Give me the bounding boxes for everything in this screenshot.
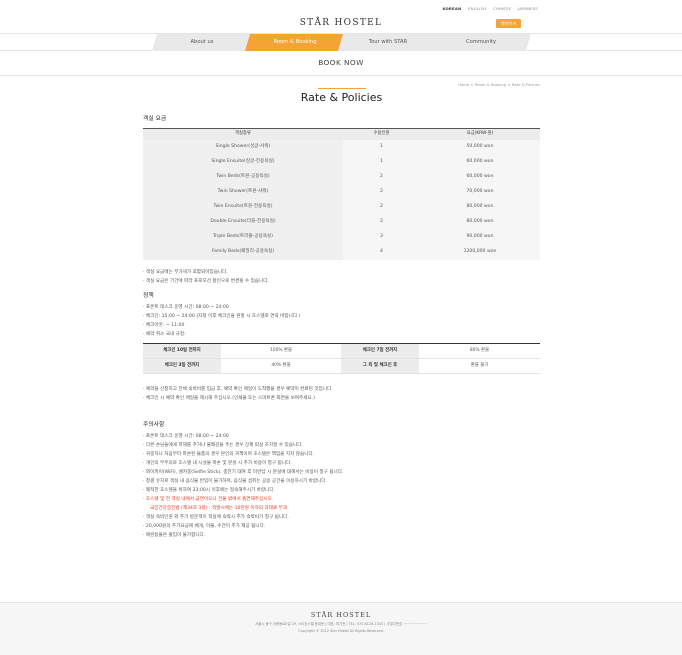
table-row: 체크인 3일 전까지 40% 환불 그 외 및 체크인 후 환불 불가	[143, 358, 540, 374]
room-type-cell: Single Ensuite(싱글-전용욕실)	[143, 154, 343, 170]
capacity-cell: 2	[343, 199, 420, 215]
note-item: · 객실 요금은 기간에 따라 프로모션 할인으로 변경될 수 있습니다.	[143, 278, 269, 284]
table-row: Twin Ensuite(트윈-전용욕실) 2 80,000 won	[143, 199, 540, 215]
rate-table-header: 객실종류 수용인원 요금(KRW-원)	[143, 128, 540, 140]
footer-info: 서울시 중구 아현동로5길 29, 스타호스텔 동대문 | 대표: 최기찬 | …	[255, 622, 427, 627]
table-row: Family Beds(패밀리-공용욕실) 4 1200,000 won	[143, 244, 540, 260]
title-accent-bar	[318, 88, 366, 89]
cancel-period: 체크인 7일 전까지	[341, 343, 419, 359]
site-logo[interactable]: STÅR HOSTEL	[0, 17, 682, 30]
lang-japanese[interactable]: JAPANESE	[518, 6, 538, 11]
lang-english[interactable]: ENGLISH	[468, 6, 486, 11]
language-selector: KOREAN · ENGLISH · CHINESE · JAPANESE	[442, 6, 538, 11]
price-cell: 50,000 won	[420, 139, 540, 155]
capacity-cell: 4	[343, 244, 420, 260]
cancellation-table: 체크인 10일 전까지 100% 환불 체크인 7일 전까지 80% 환불 체크…	[143, 342, 540, 374]
price-cell: 60,000 won	[420, 169, 540, 185]
footer-logo: STÅR HOSTEL	[310, 611, 372, 619]
note-item: · 체크인: 15:00 ~ 24:00 (자정 이후 체크인을 원할 시 호스…	[143, 313, 301, 319]
cancel-period: 체크인 10일 전까지	[143, 343, 221, 359]
main-content: Home > Room & Booking > Rate & Policies …	[143, 76, 540, 540]
room-type-cell: Double Ensuite(더블-전용욕실)	[143, 214, 343, 230]
room-type-cell: Twin Ensuite(트윈-전용욕실)	[143, 199, 343, 215]
caution-item: · 애완동물은 출입이 불가합니다.	[143, 532, 206, 538]
caution-item: · 와이파이(WiFi), 셀카봉(Selfie Stick), 충전기 대여 …	[143, 469, 344, 475]
site-header: KOREAN · ENGLISH · CHINESE · JAPANESE STÅR …	[0, 0, 682, 33]
breadcrumb[interactable]: Home > Room & Booking > Rate & Policies	[458, 82, 540, 87]
nav-tour-with-star[interactable]: Tour with STAR	[338, 34, 438, 51]
caution-item: · 프론트 데스크 운영 시간: 08:00 ~ 24:00	[143, 433, 229, 439]
caution-item: · 다른 손님들에게 피해를 주거나 불쾌감을 주는 경우 강제 퇴실 조치할 …	[143, 442, 303, 448]
table-row: 체크인 10일 전까지 100% 환불 체크인 7일 전까지 80% 환불	[143, 343, 540, 359]
booking-notes: · 예약을 신청하고 전체 숙박비를 입금 후, 예약 확인 메일이 도착했을 …	[143, 385, 540, 403]
room-type-cell: Family Beds(패밀리-공용욕실)	[143, 244, 343, 260]
caution-notes: · 프론트 데스크 운영 시간: 08:00 ~ 24:00 · 다른 손님들에게…	[143, 432, 540, 540]
page-title: Rate & Policies	[300, 91, 383, 104]
room-type-cell: Twin Beds(트윈-공용욕실)	[143, 169, 343, 185]
caution-item: · 청결 유지로 객실 내 음식물 반입이 불가하며, 음식물 섭취는 공용 공…	[143, 478, 327, 484]
note-item: · 체크아웃: ~ 11:00	[143, 322, 185, 328]
cancel-refund: 환불 불가	[419, 358, 540, 374]
capacity-cell: 3	[343, 229, 420, 245]
cancel-period: 그 외 및 체크인 후	[341, 358, 419, 374]
note-item: · 예약을 신청하고 전체 숙박비를 입금 후, 예약 확인 메일이 도착했을 …	[143, 386, 333, 392]
price-cell: 80,000 won	[420, 214, 540, 230]
footer-copyright: Copyright © 2012 Star Hostel All Rights …	[298, 628, 384, 633]
col-capacity: 수용인원	[343, 128, 420, 140]
caution-item: · 쾌적한 호스텔을 위하여 23:00시 이후에는 정숙해주시기 바랍니다.	[143, 487, 276, 493]
price-cell: 1200,000 won	[420, 244, 540, 260]
nav-room-booking[interactable]: Room & Booking	[245, 34, 345, 51]
note-item: · 프론트 데스크 운영 시간: 08:00 ~ 24:00	[143, 304, 229, 310]
policy-notes: · 프론트 데스크 운영 시간: 08:00 ~ 24:00 · 체크인: 15…	[143, 303, 540, 339]
capacity-cell: 2	[343, 214, 420, 230]
lang-korean[interactable]: KOREAN	[443, 6, 462, 11]
caution-item: · 개인의 부주의로 호스텔 내 시설물 파손 및 분실 시 추가 비용이 청구…	[143, 460, 292, 466]
capacity-cell: 1	[343, 139, 420, 155]
table-row: Single Shower(싱글-샤워) 1 50,000 won	[143, 139, 540, 155]
cancel-period: 체크인 3일 전까지	[143, 358, 221, 374]
table-row: Twin Shower(트윈-샤워) 2 70,000 won	[143, 184, 540, 200]
room-type-cell: Twin Shower(트윈-샤워)	[143, 184, 343, 200]
note-item: · 체크인 시 예약 확인 메일을 제시해 주십시오.(인쇄물 또는 스마트폰 …	[143, 395, 315, 401]
price-cell: 60,000 won	[420, 154, 540, 170]
caution-item: 국민건강증진법 (제34조 3항) : 적발시에는 10만원 이하의 과태료 부…	[150, 505, 288, 511]
room-type-cell: Single Shower(싱글-샤워)	[143, 139, 343, 155]
table-row: Double Ensuite(더블-전용욕실) 2 80,000 won	[143, 214, 540, 230]
lang-chinese[interactable]: CHINESE	[493, 6, 511, 11]
table-row: Twin Beds(트윈-공용욕실) 2 60,000 won	[143, 169, 540, 185]
capacity-cell: 2	[343, 184, 420, 200]
reserve-button[interactable]: 예약하기	[496, 19, 521, 28]
rate-table: 객실종류 수용인원 요금(KRW-원) Single Shower(싱글-샤워)…	[143, 128, 540, 260]
note-item: · 예약 취소 국내 규정:	[143, 331, 186, 337]
caution-item: · 귀중하나 처음부터 파손된 물품의 경우 본인의 귀책이며 호스텔은 책임을…	[143, 451, 315, 457]
capacity-cell: 2	[343, 169, 420, 185]
cautions-heading: 주의사항	[143, 421, 165, 428]
caution-item: · 객실 숙박인원 외 추가 방문객이 객실에 숙박시 추가 숙박비가 청구 됩…	[143, 514, 289, 520]
cancel-refund: 100% 환불	[221, 343, 341, 359]
caution-item: · 20,000원의 추가요금에 베개, 이불, 수건이 추가 제공 됩니다.	[143, 523, 266, 529]
price-cell: 70,000 won	[420, 184, 540, 200]
main-nav: About us Room & Booking Tour with STAR C…	[0, 33, 682, 51]
cancel-refund: 80% 환불	[419, 343, 540, 359]
caution-item: · 호스텔 및 전 객실 내에서 금연이오니 건물 밖에서 흡연해주십시오.	[143, 496, 274, 502]
col-room-type: 객실종류	[143, 128, 343, 140]
section-title: BOOK NOW	[318, 58, 364, 67]
rate-notes: · 객실 요금에는 부가세가 포함되어있습니다. · 객실 요금은 기간에 따라…	[143, 268, 540, 286]
col-price: 요금(KRW-원)	[420, 128, 540, 140]
site-footer: STÅR HOSTEL 서울시 중구 아현동로5길 29, 스타호스텔 동대문 …	[0, 602, 682, 655]
price-cell: 80,000 won	[420, 199, 540, 215]
nav-community[interactable]: Community	[431, 34, 531, 51]
capacity-cell: 1	[343, 154, 420, 170]
cancel-refund: 40% 환불	[221, 358, 341, 374]
policy-heading: 정책	[143, 292, 154, 299]
note-item: · 객실 요금에는 부가세가 포함되어있습니다.	[143, 269, 228, 275]
table-row: Single Ensuite(싱글-전용욕실) 1 60,000 won	[143, 154, 540, 170]
rates-heading: 객실 요금	[143, 116, 167, 122]
nav-about-us[interactable]: About us	[152, 34, 252, 51]
table-row: Triple Beds(트리플-공용욕실) 3 90,000 won	[143, 229, 540, 245]
room-type-cell: Triple Beds(트리플-공용욕실)	[143, 229, 343, 245]
price-cell: 90,000 won	[420, 229, 540, 245]
